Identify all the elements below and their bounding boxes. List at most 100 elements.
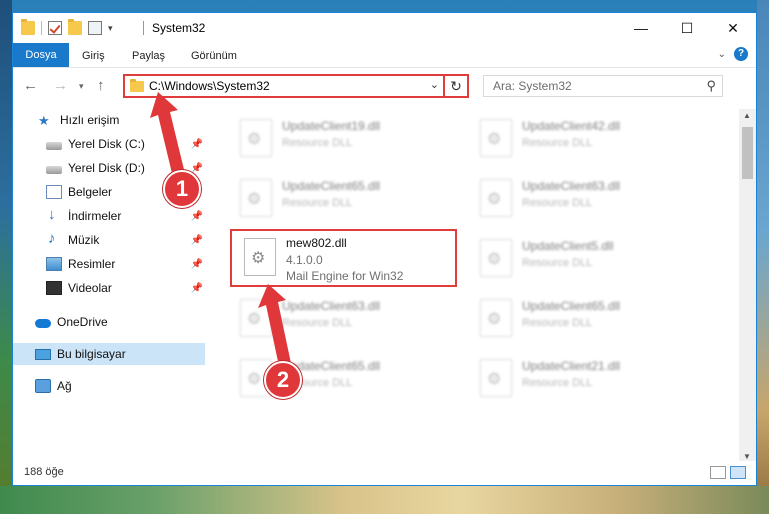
explorer-window: ▾ System32 — ☐ ✕ Dosya Giriş Paylaş Görü… bbox=[12, 12, 757, 486]
search-box[interactable]: Ara: System32 ⚲ bbox=[483, 75, 723, 97]
annotation-badge-2: 2 bbox=[264, 361, 302, 399]
list-item[interactable]: UpdateClient65.dll Resource DLL bbox=[470, 295, 690, 343]
scroll-up-icon[interactable]: ▲ bbox=[743, 111, 751, 120]
dll-file-icon bbox=[480, 299, 512, 337]
dll-file-icon bbox=[480, 179, 512, 217]
videos-icon bbox=[46, 281, 62, 295]
large-icons-view-icon[interactable] bbox=[730, 466, 746, 479]
sidebar-item-label: Videolar bbox=[68, 281, 112, 295]
pin-icon[interactable]: 📌 bbox=[191, 235, 203, 246]
status-bar: 188 öğe bbox=[13, 461, 756, 485]
sidebar-item-label: Hızlı erişim bbox=[60, 113, 120, 127]
window-title: System32 bbox=[152, 21, 206, 35]
properties-icon[interactable] bbox=[88, 21, 102, 35]
customize-toolbar-chevron-icon[interactable]: ▾ bbox=[108, 23, 113, 34]
pin-icon[interactable]: 📌 bbox=[191, 259, 203, 270]
pin-icon[interactable]: 📌 bbox=[191, 211, 203, 222]
sidebar-item-label: Resimler bbox=[68, 257, 116, 271]
music-icon bbox=[46, 230, 62, 247]
ribbon-right-controls: ⌄ ? bbox=[718, 47, 748, 61]
back-arrow-icon[interactable]: ← bbox=[23, 77, 38, 94]
navigation-pane: ★ Hızlı erişim Yerel Disk (C:) 📌 Yerel D… bbox=[13, 109, 205, 461]
minimize-icon[interactable]: — bbox=[618, 13, 664, 43]
downloads-icon bbox=[46, 206, 62, 223]
list-item[interactable]: UpdateClient65.dll Resource DLL bbox=[230, 355, 450, 403]
list-item[interactable]: UpdateClient65.dll Resource DLL bbox=[230, 175, 450, 223]
properties-check-icon[interactable] bbox=[48, 21, 62, 35]
sidebar-item-music[interactable]: Müzik 📌 bbox=[13, 229, 205, 251]
navigation-bar: ← → ▾ ↑ C:\Windows\System32 ⌄ ↻ Ara: Sys… bbox=[13, 67, 756, 101]
dll-file-icon bbox=[480, 239, 512, 277]
file-name: UpdateClient42.dll bbox=[522, 119, 621, 133]
new-folder-icon[interactable] bbox=[68, 19, 82, 35]
scroll-down-icon[interactable]: ▼ bbox=[743, 452, 751, 461]
sidebar-item-network[interactable]: Ağ bbox=[13, 375, 205, 397]
file-description: Resource DLL bbox=[282, 197, 353, 209]
pin-icon[interactable]: 📌 bbox=[191, 139, 203, 150]
sidebar-item-local-disk-c[interactable]: Yerel Disk (C:) 📌 bbox=[13, 133, 205, 155]
list-item[interactable]: UpdateClient42.dll Resource DLL bbox=[470, 115, 690, 163]
disk-icon bbox=[46, 141, 62, 150]
star-icon: ★ bbox=[38, 113, 50, 128]
pin-icon[interactable]: 📌 bbox=[191, 283, 203, 294]
tab-view[interactable]: Görünüm bbox=[191, 45, 237, 67]
list-item[interactable]: UpdateClient63.dll Resource DLL bbox=[230, 295, 450, 343]
sidebar-item-label: Müzik bbox=[68, 233, 100, 247]
dll-file-icon bbox=[240, 119, 272, 157]
this-pc-icon bbox=[35, 348, 51, 360]
onedrive-icon bbox=[35, 318, 51, 328]
toolbar-separator bbox=[41, 21, 42, 35]
vertical-scrollbar[interactable]: ▲ ▼ bbox=[739, 109, 756, 463]
sidebar-item-videos[interactable]: Videolar 📌 bbox=[13, 277, 205, 299]
file-description: Resource DLL bbox=[522, 377, 593, 389]
file-name: UpdateClient65.dll bbox=[522, 299, 621, 313]
list-item[interactable]: UpdateClient63.dll Resource DLL bbox=[470, 175, 690, 223]
sidebar-item-label: Yerel Disk (C:) bbox=[68, 137, 145, 151]
sidebar-item-this-pc[interactable]: Bu bilgisayar bbox=[13, 343, 205, 365]
sidebar-item-downloads[interactable]: İndirmeler 📌 bbox=[13, 205, 205, 227]
sidebar-item-onedrive[interactable]: OneDrive bbox=[13, 311, 205, 333]
annotation-badge-1: 1 bbox=[163, 170, 201, 208]
list-item[interactable]: UpdateClient5.dll Resource DLL bbox=[470, 235, 690, 283]
address-dropdown-chevron-icon[interactable]: ⌄ bbox=[430, 78, 439, 91]
sidebar-item-label: İndirmeler bbox=[68, 209, 122, 223]
tab-file[interactable]: Dosya bbox=[13, 43, 69, 67]
search-icon[interactable]: ⚲ bbox=[706, 78, 716, 94]
network-icon bbox=[35, 379, 51, 393]
folder-icon bbox=[21, 19, 35, 35]
sidebar-item-quick-access[interactable]: ★ Hızlı erişim bbox=[13, 109, 205, 131]
details-view-icon[interactable] bbox=[710, 466, 726, 479]
desktop-background-bottom bbox=[0, 486, 769, 514]
forward-arrow-icon[interactable]: → bbox=[53, 77, 68, 94]
address-folder-icon bbox=[130, 79, 144, 92]
title-separator bbox=[143, 21, 144, 35]
address-bar[interactable]: C:\Windows\System32 ⌄ ↻ bbox=[123, 74, 469, 98]
refresh-icon[interactable]: ↻ bbox=[443, 74, 467, 98]
file-description: Resource DLL bbox=[282, 137, 353, 149]
file-description: Resource DLL bbox=[522, 137, 593, 149]
recent-locations-chevron-icon[interactable]: ▾ bbox=[79, 81, 84, 92]
search-input[interactable]: Ara: System32 bbox=[493, 79, 572, 93]
list-item[interactable]: UpdateClient21.dll Resource DLL bbox=[470, 355, 690, 403]
pin-icon[interactable]: 📌 bbox=[191, 163, 203, 174]
up-arrow-icon[interactable]: ↑ bbox=[97, 77, 105, 94]
tab-home[interactable]: Giriş bbox=[82, 45, 105, 67]
close-icon[interactable]: ✕ bbox=[710, 13, 756, 43]
expand-ribbon-chevron-icon[interactable]: ⌄ bbox=[718, 49, 726, 60]
scrollbar-thumb[interactable] bbox=[742, 127, 753, 179]
list-item[interactable]: UpdateClient19.dll Resource DLL bbox=[230, 115, 450, 163]
title-bar: ▾ System32 — ☐ ✕ bbox=[13, 13, 756, 43]
dll-file-icon bbox=[480, 119, 512, 157]
dll-file-icon bbox=[240, 299, 272, 337]
view-switcher bbox=[710, 466, 746, 479]
tab-share[interactable]: Paylaş bbox=[132, 45, 165, 67]
quick-access-toolbar: ▾ bbox=[21, 19, 113, 37]
sidebar-item-label: OneDrive bbox=[57, 315, 108, 329]
maximize-icon[interactable]: ☐ bbox=[664, 13, 710, 43]
sidebar-item-label: Ağ bbox=[57, 379, 72, 393]
window-controls: — ☐ ✕ bbox=[618, 13, 756, 43]
sidebar-item-pictures[interactable]: Resimler 📌 bbox=[13, 253, 205, 275]
help-icon[interactable]: ? bbox=[734, 47, 748, 61]
sidebar-item-label: Yerel Disk (D:) bbox=[68, 161, 145, 175]
address-path[interactable]: C:\Windows\System32 bbox=[149, 79, 270, 93]
